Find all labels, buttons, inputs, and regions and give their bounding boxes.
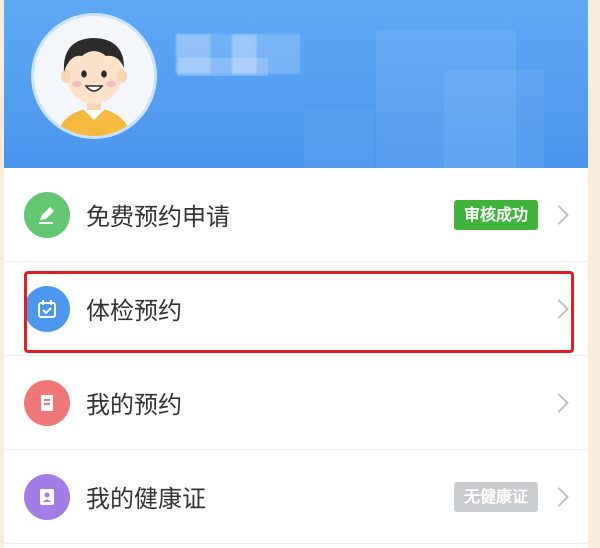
status-badge: 审核成功 — [453, 199, 538, 230]
id-card-icon — [24, 473, 70, 520]
chevron-right-icon — [549, 392, 569, 413]
menu-item-label: 我的预约 — [86, 391, 182, 419]
document-icon — [24, 379, 70, 426]
status-badge: 无健康证 — [453, 481, 538, 512]
menu-item-label: 免费预约申请 — [86, 203, 230, 231]
menu-item-label: 我的健康证 — [86, 485, 206, 513]
calendar-icon — [24, 285, 70, 332]
chevron-right-icon — [549, 486, 569, 507]
avatar[interactable] — [34, 16, 154, 136]
menu-item-my-health-certificate[interactable]: 我的健康证 无健康证 — [4, 450, 588, 544]
header-decoration — [304, 110, 374, 168]
chevron-right-icon — [549, 204, 569, 225]
phone-screen: 免费预约申请 审核成功 体检预约 我的预约 我的健康证 无健康证 — [4, 0, 588, 548]
menu-item-health-checkup[interactable]: 体检预约 — [4, 262, 588, 356]
menu-item-free-appointment[interactable]: 免费预约申请 审核成功 — [4, 168, 588, 262]
pencil-icon — [24, 191, 70, 238]
avatar-illustration — [56, 38, 132, 136]
header-decoration — [444, 70, 544, 168]
menu-list: 免费预约申请 审核成功 体检预约 我的预约 我的健康证 无健康证 — [4, 168, 588, 544]
menu-item-my-appointments[interactable]: 我的预约 — [4, 356, 588, 450]
menu-item-label: 体检预约 — [86, 297, 182, 325]
profile-header — [4, 0, 588, 168]
chevron-right-icon — [549, 298, 569, 319]
username-blurred — [178, 58, 268, 76]
